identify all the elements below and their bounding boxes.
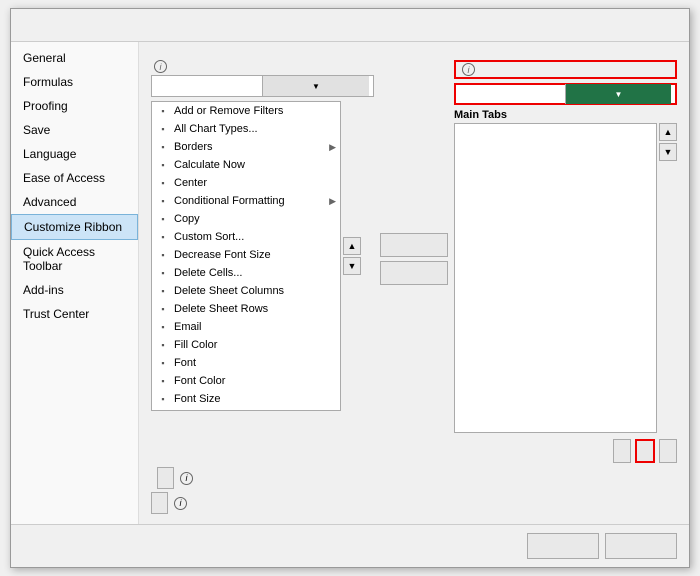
submenu-arrow: ▶ bbox=[329, 196, 336, 207]
command-item[interactable]: ▪Decrease Font Size bbox=[152, 246, 340, 264]
cells-icon: ▪ bbox=[155, 266, 171, 280]
ribbon-scroll-up[interactable]: ▲ bbox=[659, 123, 677, 141]
calc-icon: ▪ bbox=[155, 158, 171, 172]
ribbon-scroll-down[interactable]: ▼ bbox=[659, 143, 677, 161]
command-item[interactable]: ▪Center bbox=[152, 174, 340, 192]
command-item[interactable]: ▪Delete Sheet Columns bbox=[152, 282, 340, 300]
nav-item-language[interactable]: Language bbox=[11, 142, 138, 166]
ribbon-scroll-btns: ▲ ▼ bbox=[659, 123, 677, 435]
nav-item-formulas[interactable]: Formulas bbox=[11, 70, 138, 94]
command-item[interactable]: ▪Custom Sort... bbox=[152, 228, 340, 246]
commands-combo-arrow[interactable]: ▼ bbox=[262, 76, 369, 96]
center-icon: ▪ bbox=[155, 176, 171, 190]
nav-item-quick-access-toolbar[interactable]: Quick Access Toolbar bbox=[11, 240, 138, 278]
commands-col: i ▼ ▪Add or Remove Filters▪All Chart Typ… bbox=[151, 60, 374, 435]
nav-item-general[interactable]: General bbox=[11, 46, 138, 70]
import-export-button[interactable] bbox=[151, 492, 168, 514]
commands-scroll-up[interactable]: ▲ bbox=[343, 237, 361, 255]
command-item[interactable]: ▪Font bbox=[152, 354, 340, 372]
ribbon-info-icon: i bbox=[462, 63, 475, 76]
import-info-icon: i bbox=[174, 497, 187, 510]
title-bar-controls bbox=[639, 15, 681, 35]
font-icon: ▪ bbox=[155, 356, 171, 370]
commands-list-wrapper: ▪Add or Remove Filters▪All Chart Types..… bbox=[151, 101, 374, 411]
command-item[interactable]: ▪Email bbox=[152, 318, 340, 336]
formatcells-icon: ▪ bbox=[155, 410, 171, 411]
command-item[interactable]: ▪Font Size bbox=[152, 390, 340, 408]
main-content: i ▼ ▪Add or Remove Filters▪All Chart Typ… bbox=[139, 42, 689, 524]
import-export-row: i bbox=[151, 492, 677, 514]
add-button[interactable] bbox=[380, 233, 448, 257]
cancel-button[interactable] bbox=[605, 533, 677, 559]
commands-label: i bbox=[151, 60, 374, 73]
ribbon-action-btns bbox=[613, 439, 677, 463]
ribbon-actions-wrapper bbox=[151, 439, 677, 463]
border-icon: ▪ bbox=[155, 140, 171, 154]
copy-icon: ▪ bbox=[155, 212, 171, 226]
command-item[interactable]: ▪Copy bbox=[152, 210, 340, 228]
sort-icon: ▪ bbox=[155, 230, 171, 244]
filter-icon: ▪ bbox=[155, 104, 171, 118]
command-item[interactable]: ▪Conditional Formatting▶ bbox=[152, 192, 340, 210]
main-tabs-header: Main Tabs bbox=[454, 109, 677, 121]
nav-item-ease-of-access[interactable]: Ease of Access bbox=[11, 166, 138, 190]
command-item[interactable]: ▪Format Cells bbox=[152, 408, 340, 411]
left-nav: GeneralFormulasProofingSaveLanguageEase … bbox=[11, 42, 139, 524]
commands-info-icon: i bbox=[154, 60, 167, 73]
nav-item-save[interactable]: Save bbox=[11, 118, 138, 142]
ribbon-tree[interactable] bbox=[454, 123, 657, 433]
fontsize-icon: ▪ bbox=[155, 392, 171, 406]
commands-scroll-btns: ▲ ▼ bbox=[343, 101, 361, 411]
dialog-footer bbox=[11, 524, 689, 567]
commands-scroll-down[interactable]: ▼ bbox=[343, 257, 361, 275]
email-icon: ▪ bbox=[155, 320, 171, 334]
chart-icon: ▪ bbox=[155, 122, 171, 136]
title-bar bbox=[11, 9, 689, 42]
new-tab-button[interactable] bbox=[613, 439, 631, 463]
command-item[interactable]: ▪Delete Sheet Rows bbox=[152, 300, 340, 318]
fill-icon: ▪ bbox=[155, 338, 171, 352]
command-item[interactable]: ▪Calculate Now bbox=[152, 156, 340, 174]
ribbon-col: i ▼ Main Tabs ▲ ▼ bbox=[454, 60, 677, 435]
excel-options-dialog: GeneralFormulasProofingSaveLanguageEase … bbox=[10, 8, 690, 568]
ribbon-label: i bbox=[454, 60, 677, 79]
ok-button[interactable] bbox=[527, 533, 599, 559]
fontcolor-icon: ▪ bbox=[155, 374, 171, 388]
reset-info-icon: i bbox=[180, 472, 193, 485]
nav-item-trust-center[interactable]: Trust Center bbox=[11, 302, 138, 326]
command-item[interactable]: ▪Fill Color bbox=[152, 336, 340, 354]
condformat-icon: ▪ bbox=[155, 194, 171, 208]
commands-list[interactable]: ▪Add or Remove Filters▪All Chart Types..… bbox=[151, 101, 341, 411]
dialog-body: GeneralFormulasProofingSaveLanguageEase … bbox=[11, 42, 689, 524]
nav-item-customize-ribbon[interactable]: Customize Ribbon bbox=[11, 214, 138, 240]
ribbon-tree-wrapper: ▲ ▼ bbox=[454, 123, 677, 435]
nav-item-advanced[interactable]: Advanced bbox=[11, 190, 138, 214]
nav-item-proofing[interactable]: Proofing bbox=[11, 94, 138, 118]
customizations-row: i bbox=[151, 467, 677, 489]
submenu-arrow: ▶ bbox=[329, 142, 336, 153]
command-item[interactable]: ▪Add or Remove Filters bbox=[152, 102, 340, 120]
ribbon-combo[interactable]: ▼ bbox=[454, 83, 677, 105]
help-button[interactable] bbox=[639, 15, 659, 35]
command-item[interactable]: ▪Font Color bbox=[152, 372, 340, 390]
command-item[interactable]: ▪All Chart Types... bbox=[152, 120, 340, 138]
close-button[interactable] bbox=[661, 15, 681, 35]
reset-button[interactable] bbox=[157, 467, 174, 489]
new-group-button[interactable] bbox=[635, 439, 655, 463]
remove-button[interactable] bbox=[380, 261, 448, 285]
command-item[interactable]: ▪Borders▶ bbox=[152, 138, 340, 156]
rename-button[interactable] bbox=[659, 439, 677, 463]
top-section: i ▼ ▪Add or Remove Filters▪All Chart Typ… bbox=[151, 60, 677, 435]
delcol-icon: ▪ bbox=[155, 284, 171, 298]
ribbon-combo-arrow[interactable]: ▼ bbox=[565, 84, 671, 104]
nav-item-add-ins[interactable]: Add-ins bbox=[11, 278, 138, 302]
commands-combo[interactable]: ▼ bbox=[151, 75, 374, 97]
delrow-icon: ▪ bbox=[155, 302, 171, 316]
a-icon: ▪ bbox=[155, 248, 171, 262]
command-item[interactable]: ▪Delete Cells... bbox=[152, 264, 340, 282]
middle-buttons bbox=[374, 82, 454, 435]
